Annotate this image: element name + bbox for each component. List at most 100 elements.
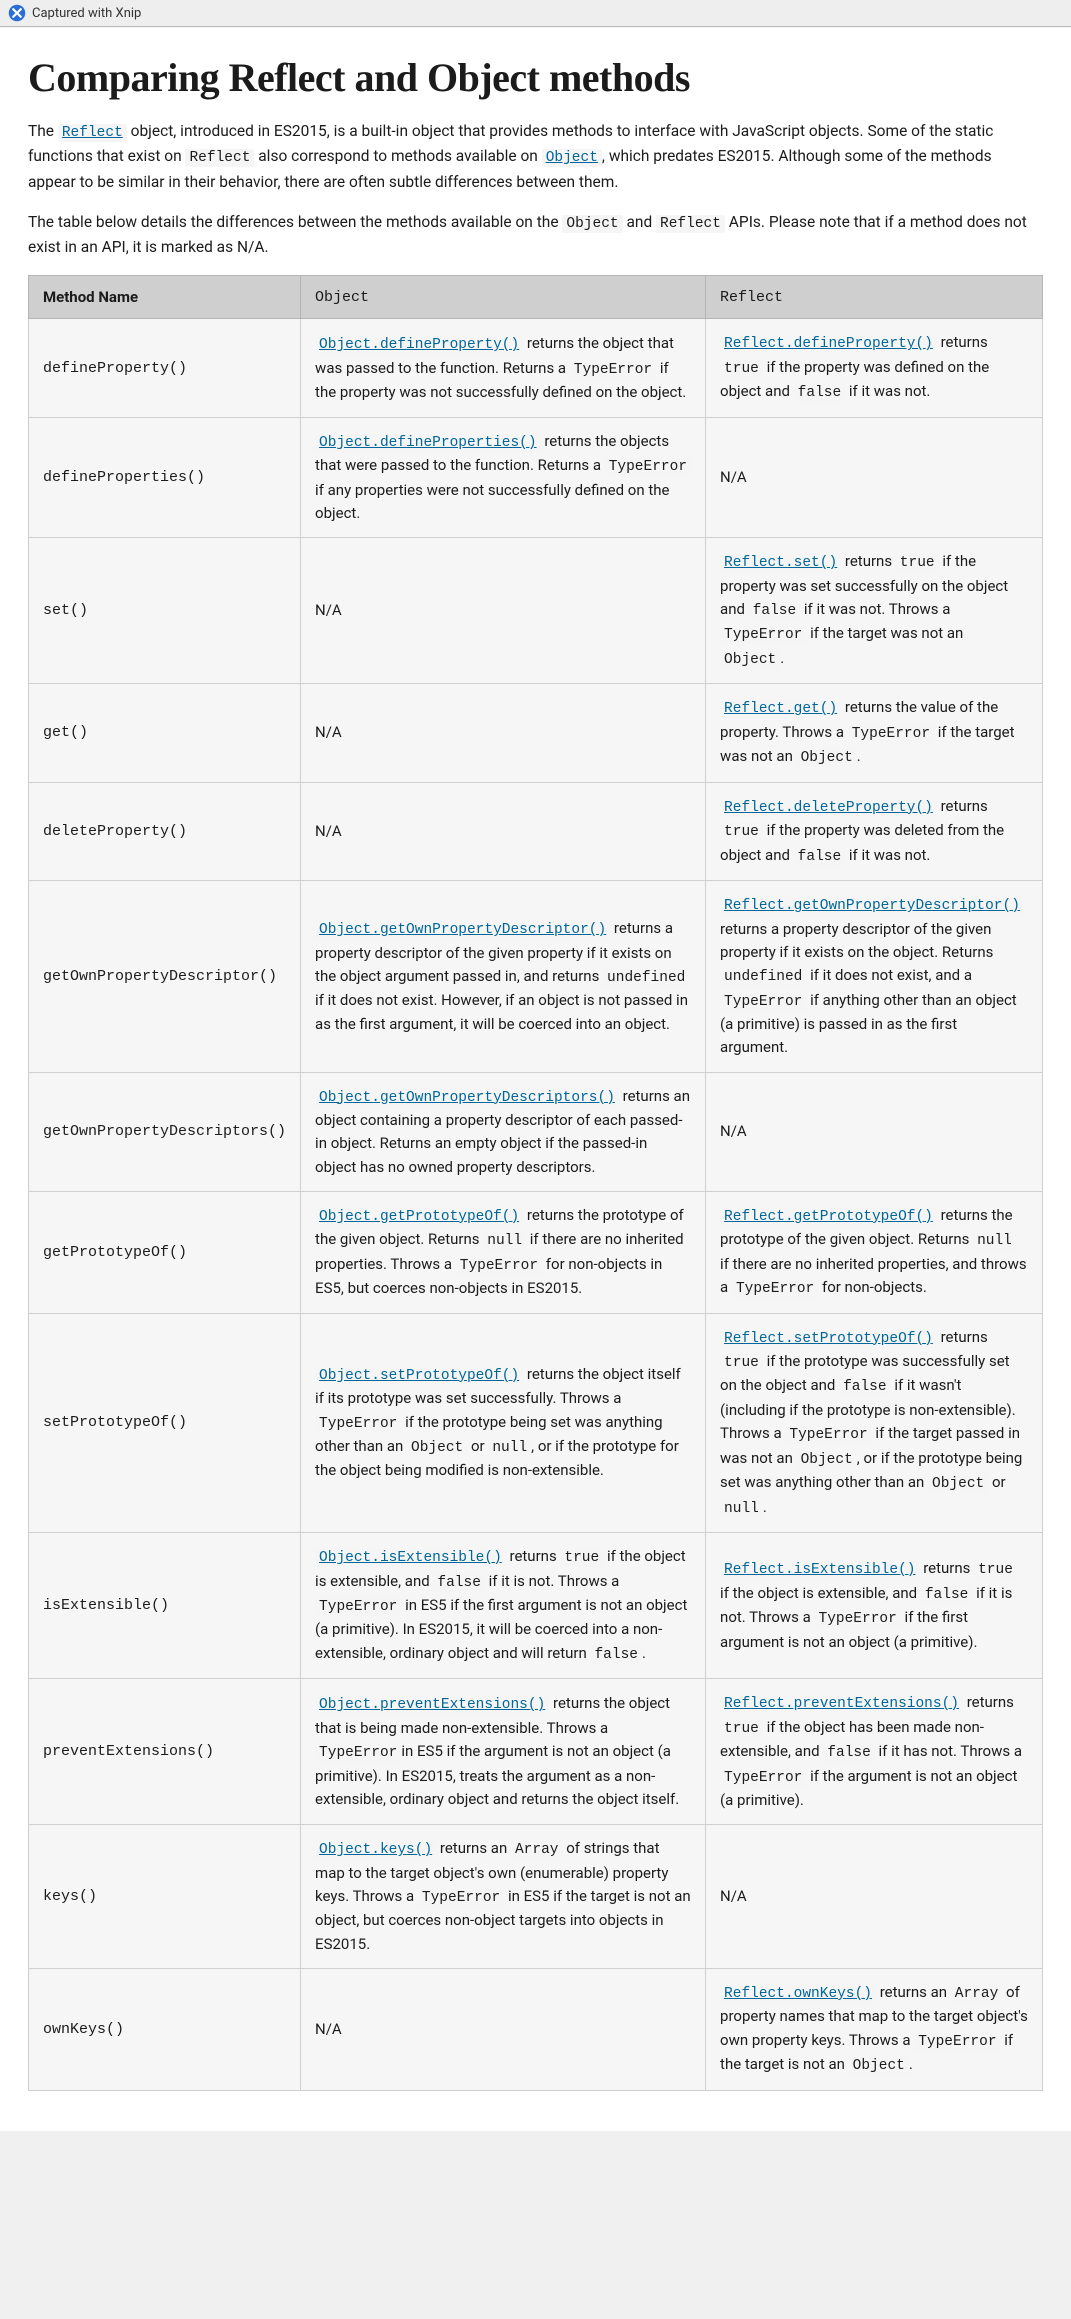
method-name-cell: set() bbox=[29, 538, 301, 684]
table-cell: Reflect.ownKeys() returns an Array of pr… bbox=[706, 1968, 1043, 2090]
api-method-link[interactable]: Object.defineProperty() bbox=[315, 336, 523, 354]
api-method-link[interactable]: Reflect.ownKeys() bbox=[720, 1985, 876, 2003]
api-method-link[interactable]: Object.getPrototypeOf() bbox=[315, 1208, 523, 1226]
api-method-link[interactable]: Object.getOwnPropertyDescriptor() bbox=[315, 921, 610, 939]
method-name-cell: getPrototypeOf() bbox=[29, 1191, 301, 1313]
inline-code: TypeError bbox=[315, 1598, 401, 1616]
inline-code: TypeError bbox=[570, 361, 656, 379]
inline-code: undefined bbox=[720, 968, 806, 986]
method-name-cell: defineProperties() bbox=[29, 417, 301, 537]
table-cell: Object.preventExtensions() returns the o… bbox=[301, 1679, 706, 1825]
api-method-link[interactable]: Object.setPrototypeOf() bbox=[315, 1367, 523, 1385]
inline-code: TypeError bbox=[315, 1415, 401, 1433]
table-row: set()N/AReflect.set() returns true if th… bbox=[29, 538, 1043, 684]
text: and bbox=[623, 213, 656, 231]
inline-code: Object bbox=[797, 1451, 857, 1469]
table-cell: Object.keys() returns an Array of string… bbox=[301, 1825, 706, 1969]
inline-code: true bbox=[720, 1354, 763, 1372]
api-method-link[interactable]: Reflect.getOwnPropertyDescriptor() bbox=[720, 897, 1024, 915]
table-cell: Object.getOwnPropertyDescriptor() return… bbox=[301, 881, 706, 1072]
table-cell: Reflect.setPrototypeOf() returns true if… bbox=[706, 1313, 1043, 1533]
table-cell: Object.getOwnPropertyDescriptors() retur… bbox=[301, 1072, 706, 1191]
inline-code: TypeError bbox=[914, 2033, 1000, 2051]
api-method-link[interactable]: Object.defineProperties() bbox=[315, 434, 541, 452]
table-cell: Object.setPrototypeOf() returns the obje… bbox=[301, 1313, 706, 1533]
api-method-link[interactable]: Object.preventExtensions() bbox=[315, 1696, 549, 1714]
object-code: Object bbox=[562, 215, 622, 233]
inline-code: true bbox=[974, 1561, 1017, 1579]
api-method-link[interactable]: Reflect.setPrototypeOf() bbox=[720, 1330, 937, 1348]
text: The bbox=[28, 122, 58, 140]
inline-code: false bbox=[433, 1574, 485, 1592]
api-method-link[interactable]: Reflect.get() bbox=[720, 700, 841, 718]
table-cell: Reflect.getPrototypeOf() returns the pro… bbox=[706, 1191, 1043, 1313]
inline-code: TypeError bbox=[720, 993, 806, 1011]
inline-code: true bbox=[720, 1720, 763, 1738]
method-name-cell: ownKeys() bbox=[29, 1968, 301, 2090]
table-cell: Object.isExtensible() returns true if th… bbox=[301, 1533, 706, 1679]
inline-code: TypeError bbox=[456, 1257, 542, 1275]
table-cell: Reflect.get() returns the value of the p… bbox=[706, 684, 1043, 782]
method-name-cell: setPrototypeOf() bbox=[29, 1313, 301, 1533]
reflect-code: Reflect bbox=[656, 215, 725, 233]
method-name-cell: keys() bbox=[29, 1825, 301, 1969]
inline-code: TypeError bbox=[418, 1889, 504, 1907]
inline-code: Object bbox=[928, 1475, 988, 1493]
table-row: isExtensible()Object.isExtensible() retu… bbox=[29, 1533, 1043, 1679]
table-row: preventExtensions()Object.preventExtensi… bbox=[29, 1679, 1043, 1825]
inline-code: null bbox=[483, 1232, 526, 1250]
reflect-link[interactable]: Reflect bbox=[58, 124, 127, 142]
inline-code: Object bbox=[407, 1439, 467, 1457]
table-row: getPrototypeOf()Object.getPrototypeOf() … bbox=[29, 1191, 1043, 1313]
inline-code: false bbox=[823, 1744, 875, 1762]
api-method-link[interactable]: Reflect.preventExtensions() bbox=[720, 1695, 963, 1713]
inline-code: undefined bbox=[603, 969, 689, 987]
table-cell: N/A bbox=[706, 1072, 1043, 1191]
watermark-label: Captured with Xnip bbox=[32, 6, 141, 21]
api-method-link[interactable]: Reflect.defineProperty() bbox=[720, 335, 937, 353]
inline-code: false bbox=[839, 1378, 891, 1396]
table-row: ownKeys()N/AReflect.ownKeys() returns an… bbox=[29, 1968, 1043, 2090]
xnip-logo-icon bbox=[8, 4, 26, 22]
inline-code: true bbox=[560, 1549, 603, 1567]
api-method-link[interactable]: Reflect.isExtensible() bbox=[720, 1561, 919, 1579]
method-name-cell: defineProperty() bbox=[29, 319, 301, 417]
api-method-link[interactable]: Object.isExtensible() bbox=[315, 1549, 506, 1567]
inline-code: false bbox=[921, 1586, 973, 1604]
table-cell: N/A bbox=[706, 1825, 1043, 1969]
api-method-link[interactable]: Reflect.set() bbox=[720, 554, 841, 572]
header-object: Object bbox=[301, 276, 706, 319]
text: The table below details the differences … bbox=[28, 213, 562, 231]
inline-code: true bbox=[896, 554, 939, 572]
table-cell: N/A bbox=[706, 417, 1043, 537]
api-method-link[interactable]: Object.getOwnPropertyDescriptors() bbox=[315, 1089, 619, 1107]
table-cell: Reflect.deleteProperty() returns true if… bbox=[706, 782, 1043, 880]
inline-code: TypeError bbox=[605, 458, 691, 476]
api-method-link[interactable]: Reflect.getPrototypeOf() bbox=[720, 1208, 937, 1226]
page-title: Comparing Reflect and Object methods bbox=[28, 54, 1043, 101]
table-cell: Object.defineProperty() returns the obje… bbox=[301, 319, 706, 417]
inline-code: TypeError bbox=[848, 725, 934, 743]
inline-code: null bbox=[488, 1439, 531, 1457]
inline-code: false bbox=[794, 384, 846, 402]
table-row: setPrototypeOf()Object.setPrototypeOf() … bbox=[29, 1313, 1043, 1533]
api-method-link[interactable]: Object.keys() bbox=[315, 1841, 436, 1859]
table-cell: Reflect.preventExtensions() returns true… bbox=[706, 1679, 1043, 1825]
table-row: deleteProperty()N/AReflect.deletePropert… bbox=[29, 782, 1043, 880]
table-body: defineProperty()Object.defineProperty() … bbox=[29, 319, 1043, 2090]
inline-code: Object bbox=[797, 749, 857, 767]
table-cell: Reflect.getOwnPropertyDescriptor() retur… bbox=[706, 881, 1043, 1072]
method-name-cell: preventExtensions() bbox=[29, 1679, 301, 1825]
intro-paragraph-1: The Reflect object, introduced in ES2015… bbox=[28, 119, 1043, 194]
inline-code: TypeError bbox=[815, 1610, 901, 1628]
object-link[interactable]: Object bbox=[542, 149, 602, 167]
table-row: defineProperties() Object.definePropertie… bbox=[29, 417, 1043, 537]
watermark-bar: Captured with Xnip bbox=[0, 0, 1071, 27]
table-cell: N/A bbox=[301, 684, 706, 782]
table-row: getOwnPropertyDescriptors()Object.getOwn… bbox=[29, 1072, 1043, 1191]
inline-code: TypeError bbox=[732, 1280, 818, 1298]
table-cell: N/A bbox=[301, 1968, 706, 2090]
inline-code: false bbox=[749, 602, 801, 620]
api-method-link[interactable]: Reflect.deleteProperty() bbox=[720, 799, 937, 817]
table-row: get()N/AReflect.get() returns the value … bbox=[29, 684, 1043, 782]
